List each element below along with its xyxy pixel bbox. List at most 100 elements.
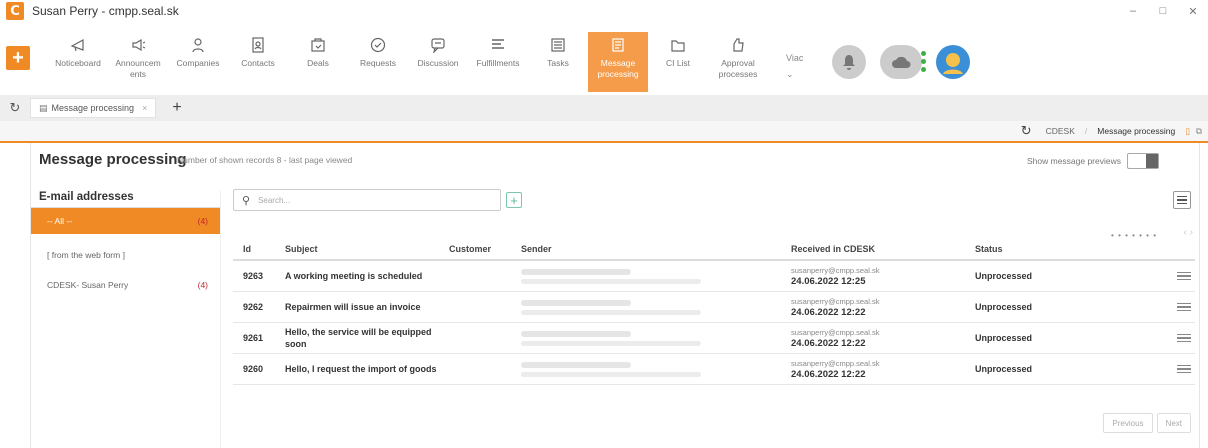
cell-status: Unprocessed	[975, 364, 1033, 374]
tasks-icon	[549, 36, 567, 54]
breadcrumb-current: Message processing	[1097, 126, 1176, 136]
tab-bar: ↻ ▤ Message processing × +	[0, 95, 1208, 121]
received-date: 24.06.2022 12:22	[791, 338, 866, 349]
close-window-button[interactable]: ✕	[1178, 5, 1208, 18]
table-row[interactable]: 9262 Repairmen will issue an invoice sus…	[233, 292, 1195, 323]
next-button[interactable]: Next	[1156, 413, 1191, 433]
received-email: susanperry@cmpp.seal.sk	[791, 297, 880, 306]
add-tab-button[interactable]: +	[172, 99, 181, 117]
search-input[interactable]: ⚲ Search...	[233, 189, 501, 211]
email-item-all[interactable]: -- All -- (4)	[31, 208, 220, 234]
messages-table: Id Subject Customer Sender Received in C…	[233, 239, 1195, 385]
pagination-arrows[interactable]: ‹ ›	[1184, 227, 1193, 238]
ribbon-label: Fulfillments	[476, 58, 520, 68]
received-email: susanperry@cmpp.seal.sk	[791, 266, 880, 275]
hamburger-icon	[1177, 333, 1191, 343]
cell-subject: Repairmen will issue an invoice	[285, 302, 421, 312]
ribbon-label: Contacts	[241, 58, 275, 68]
ribbon-item-companies[interactable]: Companies	[168, 32, 228, 92]
ribbon-item-message-processing[interactable]: Message processing	[588, 32, 648, 92]
cell-subject: Hello, I request the import of goods	[285, 364, 437, 374]
cell-sender-redacted	[521, 268, 791, 284]
cell-status: Unprocessed	[975, 333, 1033, 343]
cell-status: Unprocessed	[975, 302, 1033, 312]
announce-icon	[129, 36, 147, 54]
header-sender[interactable]: Sender	[521, 244, 791, 254]
preview-switch[interactable]	[1127, 153, 1159, 169]
row-menu-button[interactable]	[1155, 364, 1195, 374]
check-circle-icon	[369, 36, 387, 54]
bell-icon	[843, 55, 855, 70]
chevron-down-icon: ⌄	[786, 69, 794, 79]
notification-bell-button[interactable]	[832, 45, 866, 79]
ribbon-item-noticeboard[interactable]: Noticeboard	[48, 32, 108, 92]
main-ribbon: + Noticeboard Announcem ents Companies C…	[0, 32, 1208, 92]
ribbon-item-discussion[interactable]: Discussion	[408, 32, 468, 92]
email-item-label: CDESK- Susan Perry	[47, 280, 129, 290]
breadcrumb-separator: /	[1084, 126, 1088, 136]
ribbon-label: Tasks	[547, 58, 569, 68]
add-new-button[interactable]: +	[6, 46, 30, 70]
header-id[interactable]: Id	[233, 244, 277, 254]
header-received[interactable]: Received in CDESK	[791, 244, 975, 255]
user-avatar[interactable]	[936, 45, 970, 79]
minimize-button[interactable]: –	[1118, 5, 1148, 17]
cell-received: susanperry@cmpp.seal.sk 24.06.2022 12:22	[791, 358, 975, 380]
close-tab-icon[interactable]: ×	[142, 103, 147, 113]
external-link-icon[interactable]: ⧉	[1196, 126, 1202, 137]
header-customer[interactable]: Customer	[449, 244, 521, 254]
cloud-status-button[interactable]	[880, 45, 926, 79]
header-status[interactable]: Status	[975, 244, 1155, 254]
ribbon-item-approval-processes[interactable]: Approval processes	[708, 32, 768, 92]
tab-message-processing[interactable]: ▤ Message processing ×	[30, 98, 157, 118]
email-item-web-form[interactable]: [ from the web form ]	[31, 242, 220, 268]
ribbon-item-announcements[interactable]: Announcem ents	[108, 32, 168, 92]
cell-received: susanperry@cmpp.seal.sk 24.06.2022 12:25	[791, 265, 975, 287]
more-dropdown[interactable]: Viac ⌄	[768, 32, 812, 92]
deal-icon	[309, 36, 327, 54]
header-subject[interactable]: Subject	[277, 243, 449, 255]
lines-icon	[489, 36, 507, 54]
row-menu-button[interactable]	[1155, 302, 1195, 312]
ribbon-item-deals[interactable]: Deals	[288, 32, 348, 92]
cell-received: susanperry@cmpp.seal.sk 24.06.2022 12:22	[791, 327, 975, 349]
cell-subject: Hello, the service will be equipped soon	[285, 327, 432, 349]
tab-label: Message processing	[51, 103, 135, 113]
previous-button[interactable]: Previous	[1103, 413, 1153, 433]
refresh-icon[interactable]: ↻	[1021, 123, 1032, 139]
refresh-tabs-icon[interactable]: ↻	[0, 100, 30, 116]
search-icon: ⚲	[242, 194, 251, 207]
add-filter-button[interactable]: +	[506, 192, 522, 208]
table-row[interactable]: 9261 Hello, the service will be equipped…	[233, 323, 1195, 354]
cell-sender-redacted	[521, 299, 791, 315]
cell-id: 9260	[243, 364, 264, 374]
online-indicator	[921, 51, 926, 72]
chat-icon	[429, 36, 447, 54]
cell-sender-redacted	[521, 330, 791, 346]
table-row[interactable]: 9260 Hello, I request the import of good…	[233, 354, 1195, 385]
breadcrumb-root[interactable]: CDESK	[1046, 126, 1075, 136]
ribbon-item-tasks[interactable]: Tasks	[528, 32, 588, 92]
ribbon-item-fulfillments[interactable]: Fulfillments	[468, 32, 528, 92]
ribbon-item-requests[interactable]: Requests	[348, 32, 408, 92]
row-menu-button[interactable]	[1155, 271, 1195, 281]
received-date: 24.06.2022 12:22	[791, 307, 866, 318]
ribbon-label: Approval processes	[718, 58, 758, 79]
user-icon	[943, 53, 963, 74]
maximize-button[interactable]: □	[1148, 5, 1178, 17]
cell-id: 9262	[243, 302, 264, 312]
row-menu-button[interactable]	[1155, 333, 1195, 343]
ribbon-item-ci-list[interactable]: CI List	[648, 32, 708, 92]
folder-icon	[669, 36, 687, 54]
columns-menu-button[interactable]	[1173, 191, 1191, 209]
table-row[interactable]: 9263 A working meeting is scheduled susa…	[233, 261, 1195, 292]
received-date: 24.06.2022 12:25	[791, 276, 866, 287]
message-processing-icon	[609, 36, 627, 54]
preview-label: Show message previews	[1026, 156, 1121, 166]
email-item-susan-perry[interactable]: CDESK- Susan Perry (4)	[31, 272, 220, 298]
ribbon-label: Announcem ents	[115, 58, 161, 79]
cell-id: 9261	[243, 333, 264, 343]
email-item-count: (4)	[197, 216, 208, 226]
bookmark-icon[interactable]: ▯	[1185, 126, 1190, 137]
ribbon-item-contacts[interactable]: Contacts	[228, 32, 288, 92]
